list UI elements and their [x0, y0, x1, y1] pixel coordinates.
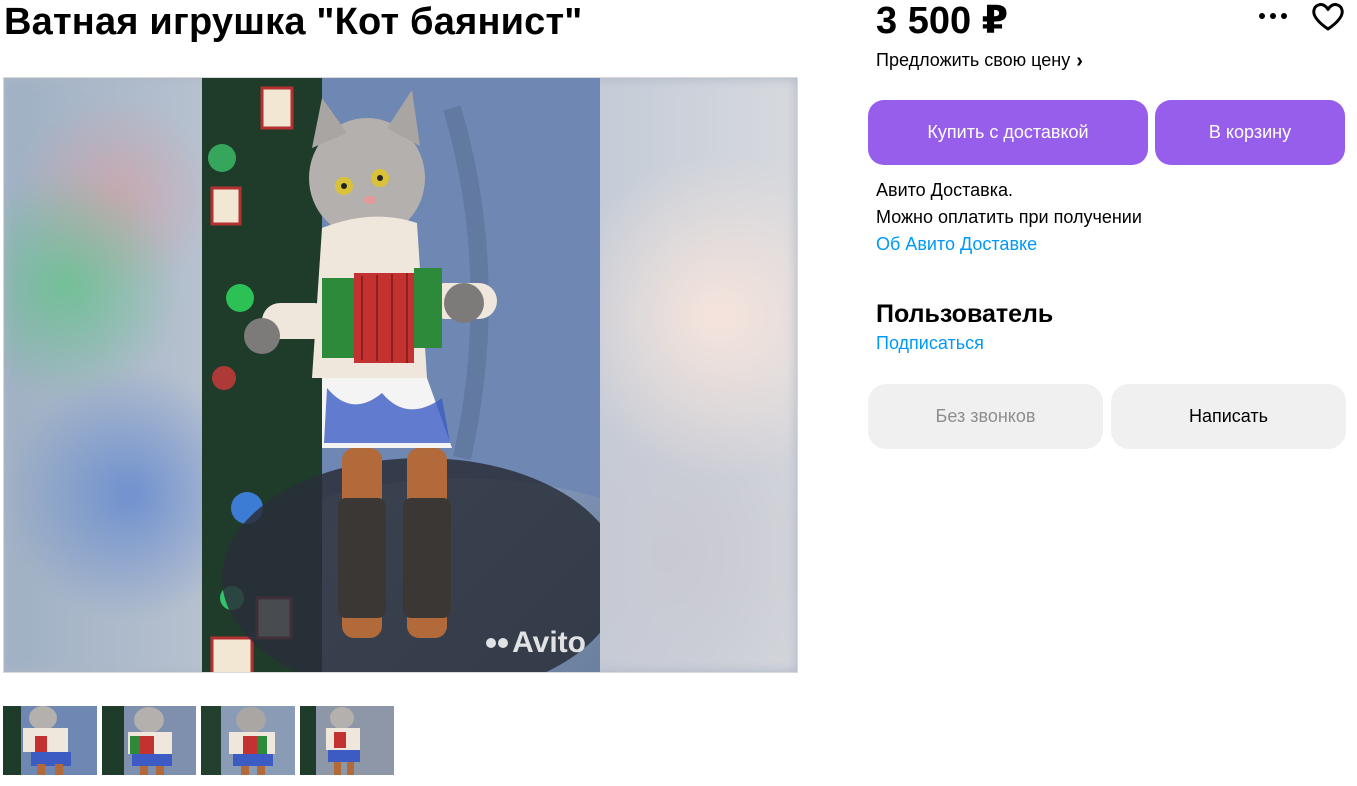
thumbnail-image	[300, 706, 394, 775]
avito-watermark: Avito	[486, 626, 586, 660]
buy-with-delivery-button[interactable]: Купить с доставкой	[868, 100, 1148, 165]
delivery-title: Авито Доставка.	[876, 180, 1013, 200]
subscribe-link[interactable]: Подписаться	[876, 333, 984, 354]
price: 3 500 ₽	[876, 0, 1009, 42]
thumbnail-image	[3, 706, 97, 775]
no-calls-button: Без звонков	[868, 384, 1103, 449]
cat-accordion-toy-image	[202, 78, 600, 672]
listing-page: Ватная игрушка "Кот баянист" Avito 3 500…	[0, 0, 1357, 786]
offer-price-link[interactable]: Предложить свою цену ›	[876, 50, 1083, 71]
seller-name[interactable]: Пользователь	[876, 300, 1053, 329]
thumbnail-2[interactable]	[102, 706, 196, 775]
main-photo[interactable]: Avito	[202, 78, 600, 672]
thumbnail-image	[201, 706, 295, 775]
thumbnail-3[interactable]	[201, 706, 295, 775]
delivery-payment-note: Можно оплатить при получении	[876, 207, 1142, 227]
watermark-text: Avito	[512, 626, 586, 659]
heart-icon[interactable]	[1311, 2, 1345, 32]
write-message-button[interactable]: Написать	[1111, 384, 1346, 449]
main-photo-gallery[interactable]: Avito	[3, 77, 798, 673]
thumbnail-1[interactable]	[3, 706, 97, 775]
offer-price-label: Предложить свою цену	[876, 50, 1071, 70]
chevron-right-icon: ›	[1076, 49, 1083, 72]
avito-logo-icon	[486, 638, 509, 648]
add-to-cart-button[interactable]: В корзину	[1155, 100, 1345, 165]
thumbnail-4[interactable]	[300, 706, 394, 775]
listing-title: Ватная игрушка "Кот баянист"	[4, 1, 583, 43]
more-dots-icon[interactable]	[1258, 6, 1288, 26]
thumbnail-image	[102, 706, 196, 775]
about-delivery-link[interactable]: Об Авито Доставке	[876, 234, 1037, 255]
thumbnail-strip	[3, 706, 394, 775]
